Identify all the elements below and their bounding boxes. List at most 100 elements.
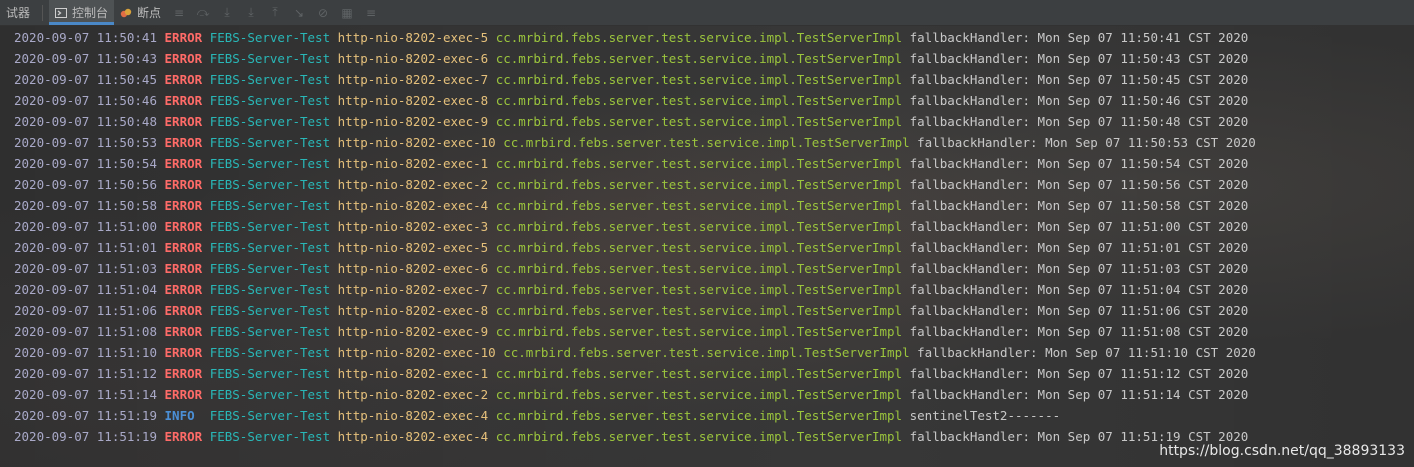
log-class: cc.mrbird.febs.server.test.service.impl.…	[495, 387, 903, 402]
tab-breakpoints-label: 断点	[137, 6, 162, 20]
log-timestamp: 2020-09-07 11:50:41	[14, 30, 157, 45]
breakpoints-icon	[120, 7, 132, 19]
log-thread: http-nio-8202-exec-1	[337, 366, 489, 381]
log-timestamp: 2020-09-07 11:51:03	[14, 261, 157, 276]
log-thread: http-nio-8202-exec-5	[337, 30, 489, 45]
log-level: ERROR	[164, 93, 203, 108]
log-service: FEBS-Server-Test	[209, 387, 331, 402]
table-icon[interactable]: ▦	[340, 6, 354, 20]
run-to-cursor-icon[interactable]: ↘	[292, 6, 306, 20]
debug-toolbar: 试器 控制台 断点 ≡ ⤼ ⤓ ⤓ ⤒ ↘ ⊘ ▦ ≡	[0, 0, 1414, 26]
evaluate-icon[interactable]: ⊘	[316, 6, 330, 20]
log-thread: http-nio-8202-exec-2	[337, 387, 489, 402]
log-line: 2020-09-07 11:51:10 ERROR FEBS-Server-Te…	[14, 342, 1256, 363]
log-thread: http-nio-8202-exec-7	[337, 282, 489, 297]
log-line: 2020-09-07 11:50:54 ERROR FEBS-Server-Te…	[14, 153, 1248, 174]
log-level: ERROR	[164, 114, 203, 129]
log-class: cc.mrbird.febs.server.test.service.impl.…	[495, 93, 903, 108]
log-class: cc.mrbird.febs.server.test.service.impl.…	[495, 156, 903, 171]
toolbar-divider	[42, 4, 44, 21]
log-message: fallbackHandler: Mon Sep 07 11:51:10 CST…	[917, 345, 1256, 360]
log-thread: http-nio-8202-exec-10	[337, 135, 496, 150]
log-service: FEBS-Server-Test	[209, 408, 331, 423]
log-level: ERROR	[164, 303, 203, 318]
log-line: 2020-09-07 11:51:01 ERROR FEBS-Server-Te…	[14, 237, 1248, 258]
log-thread: http-nio-8202-exec-6	[337, 51, 489, 66]
tab-breakpoints[interactable]: 断点	[114, 0, 167, 25]
log-thread: http-nio-8202-exec-8	[337, 93, 489, 108]
log-line: 2020-09-07 11:50:41 ERROR FEBS-Server-Te…	[14, 27, 1248, 48]
log-timestamp: 2020-09-07 11:50:53	[14, 135, 157, 150]
log-service: FEBS-Server-Test	[209, 219, 331, 234]
log-message: fallbackHandler: Mon Sep 07 11:50:41 CST…	[909, 30, 1249, 45]
settings-icon[interactable]: ≡	[364, 6, 378, 20]
log-class: cc.mrbird.febs.server.test.service.impl.…	[495, 324, 903, 339]
log-class: cc.mrbird.febs.server.test.service.impl.…	[495, 114, 903, 129]
log-timestamp: 2020-09-07 11:51:12	[14, 366, 157, 381]
log-timestamp: 2020-09-07 11:51:14	[14, 387, 157, 402]
log-service: FEBS-Server-Test	[209, 303, 331, 318]
log-level: ERROR	[164, 387, 203, 402]
step-out-icon[interactable]: ⤒	[268, 5, 282, 20]
log-line: 2020-09-07 11:51:00 ERROR FEBS-Server-Te…	[14, 216, 1248, 237]
log-line: 2020-09-07 11:51:08 ERROR FEBS-Server-Te…	[14, 321, 1248, 342]
log-line: 2020-09-07 11:51:14 ERROR FEBS-Server-Te…	[14, 384, 1248, 405]
step-into-icon[interactable]: ⤓	[220, 5, 234, 20]
console-output[interactable]: 2020-09-07 11:50:41 ERROR FEBS-Server-Te…	[0, 25, 1414, 467]
log-class: cc.mrbird.febs.server.test.service.impl.…	[503, 135, 910, 150]
log-level: ERROR	[164, 177, 203, 192]
tab-debugger[interactable]: 试器	[0, 0, 36, 25]
log-level: ERROR	[164, 135, 203, 150]
log-thread: http-nio-8202-exec-6	[337, 261, 489, 276]
log-service: FEBS-Server-Test	[209, 240, 331, 255]
log-line: 2020-09-07 11:50:56 ERROR FEBS-Server-Te…	[14, 174, 1248, 195]
log-message: fallbackHandler: Mon Sep 07 11:51:04 CST…	[909, 282, 1249, 297]
log-line: 2020-09-07 11:50:58 ERROR FEBS-Server-Te…	[14, 195, 1248, 216]
log-class: cc.mrbird.febs.server.test.service.impl.…	[495, 219, 903, 234]
log-message: fallbackHandler: Mon Sep 07 11:50:54 CST…	[909, 156, 1249, 171]
log-service: FEBS-Server-Test	[209, 51, 331, 66]
log-service: FEBS-Server-Test	[209, 429, 331, 444]
log-level: ERROR	[164, 51, 203, 66]
log-line: 2020-09-07 11:50:53 ERROR FEBS-Server-Te…	[14, 132, 1256, 153]
log-thread: http-nio-8202-exec-7	[337, 72, 489, 87]
log-service: FEBS-Server-Test	[209, 93, 331, 108]
log-message: fallbackHandler: Mon Sep 07 11:51:19 CST…	[909, 429, 1249, 444]
log-level: ERROR	[164, 261, 203, 276]
log-timestamp: 2020-09-07 11:50:48	[14, 114, 157, 129]
log-message: fallbackHandler: Mon Sep 07 11:50:53 CST…	[917, 135, 1256, 150]
log-class: cc.mrbird.febs.server.test.service.impl.…	[495, 408, 903, 423]
log-message: fallbackHandler: Mon Sep 07 11:50:48 CST…	[909, 114, 1249, 129]
log-thread: http-nio-8202-exec-8	[337, 303, 489, 318]
step-over-icon[interactable]: ⤼	[196, 5, 210, 20]
menu-icon[interactable]: ≡	[172, 6, 186, 20]
log-class: cc.mrbird.febs.server.test.service.impl.…	[495, 177, 903, 192]
log-class: cc.mrbird.febs.server.test.service.impl.…	[495, 261, 903, 276]
log-level: ERROR	[164, 198, 203, 213]
log-service: FEBS-Server-Test	[209, 198, 331, 213]
force-step-into-icon[interactable]: ⤓	[244, 5, 258, 20]
log-level: ERROR	[164, 30, 203, 45]
log-class: cc.mrbird.febs.server.test.service.impl.…	[495, 51, 903, 66]
log-thread: http-nio-8202-exec-3	[337, 219, 489, 234]
log-timestamp: 2020-09-07 11:50:46	[14, 93, 157, 108]
log-message: fallbackHandler: Mon Sep 07 11:50:58 CST…	[909, 198, 1249, 213]
log-line: 2020-09-07 11:51:19 ERROR FEBS-Server-Te…	[14, 426, 1248, 447]
log-message: sentinelTest2-------	[909, 408, 1061, 423]
log-level: INFO	[164, 408, 195, 423]
tab-console-label: 控制台	[72, 6, 109, 20]
log-class: cc.mrbird.febs.server.test.service.impl.…	[495, 72, 903, 87]
log-thread: http-nio-8202-exec-4	[337, 408, 489, 423]
log-class: cc.mrbird.febs.server.test.service.impl.…	[495, 30, 903, 45]
log-class: cc.mrbird.febs.server.test.service.impl.…	[495, 429, 903, 444]
log-timestamp: 2020-09-07 11:50:54	[14, 156, 157, 171]
log-line: 2020-09-07 11:51:03 ERROR FEBS-Server-Te…	[14, 258, 1248, 279]
log-line: 2020-09-07 11:50:46 ERROR FEBS-Server-Te…	[14, 90, 1248, 111]
tab-console[interactable]: 控制台	[49, 0, 115, 25]
log-timestamp: 2020-09-07 11:51:06	[14, 303, 157, 318]
log-timestamp: 2020-09-07 11:51:19	[14, 408, 157, 423]
log-timestamp: 2020-09-07 11:51:04	[14, 282, 157, 297]
log-timestamp: 2020-09-07 11:51:10	[14, 345, 157, 360]
log-level: ERROR	[164, 324, 203, 339]
log-message: fallbackHandler: Mon Sep 07 11:51:12 CST…	[909, 366, 1249, 381]
